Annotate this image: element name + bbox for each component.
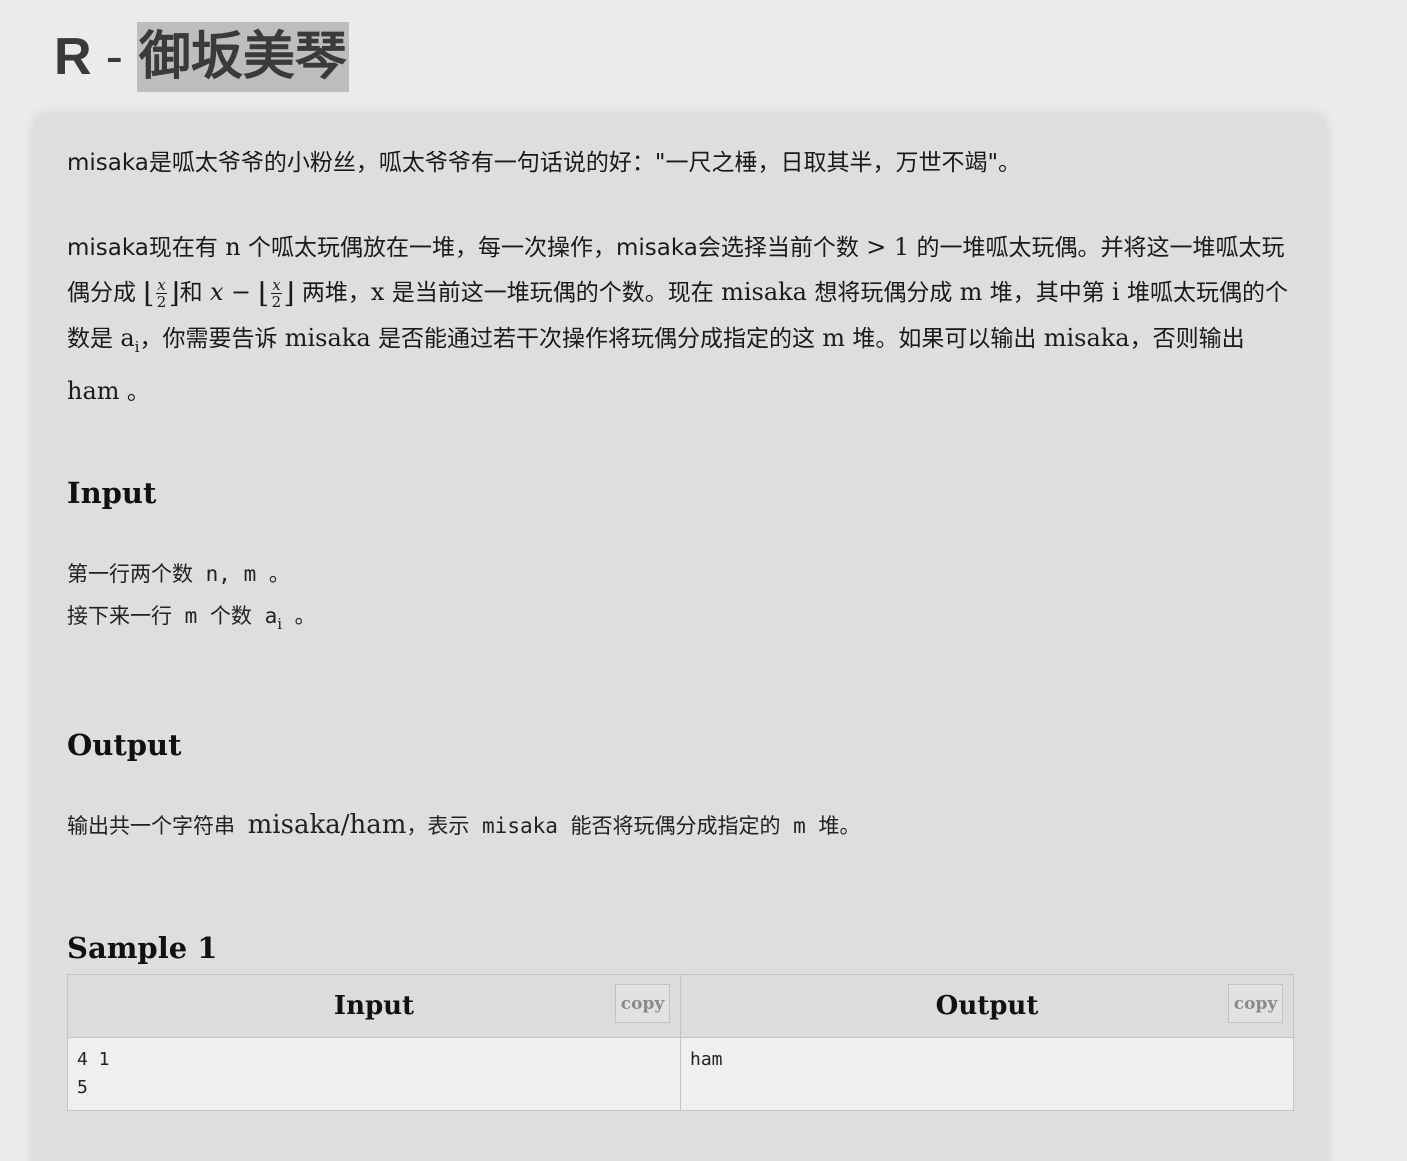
input-line-1: 第一行两个数 n, m 。: [67, 562, 290, 586]
copy-output-button[interactable]: copy: [1228, 984, 1283, 1023]
output-heading: Output: [67, 728, 182, 762]
math-i: i: [1112, 278, 1120, 306]
sample-input-value[interactable]: 4 1 5: [68, 1038, 680, 1110]
fraction-1: x2: [156, 276, 167, 311]
math-minus: −: [230, 278, 251, 306]
math-a-i: ai: [120, 323, 140, 356]
sample-output-value[interactable]: ham: [681, 1038, 1293, 1082]
input-line-2: 接下来一行 m 个数 ai 。: [67, 604, 316, 633]
description-paragraph-2: misaka现在有 n 个呱太玩偶放在一堆，每一次操作，misaka会选择当前个…: [67, 233, 1289, 405]
math-n: n: [225, 233, 241, 261]
sample-input-cell: 4 1 5: [67, 1037, 681, 1111]
math-misaka-3: misaka: [1043, 323, 1130, 352]
math-condition: > 1: [866, 233, 910, 261]
description-paragraph-1: misaka是呱太爷爷的小粉丝，呱太爷爷有一句话说的好："一尺之棰，日取其半，万…: [67, 150, 1022, 176]
math-m-1: m: [959, 278, 983, 306]
math-x-2: x: [370, 278, 385, 306]
problem-content: misaka是呱太爷爷的小粉丝，呱太爷爷有一句话说的好："一尺之棰，日取其半，万…: [67, 141, 1295, 965]
problem-letter: R: [54, 28, 92, 86]
floor-close-2: ⌋: [283, 276, 295, 310]
floor-open-1: ⌊: [143, 276, 155, 310]
fraction-2: x2: [271, 276, 282, 311]
floor-close-1: ⌋: [168, 276, 180, 310]
problem-card: misaka是呱太爷爷的小粉丝，呱太爷爷有一句话说的好："一尺之棰，日取其半，万…: [34, 113, 1326, 1161]
math-ham: ham: [67, 376, 120, 405]
floor-open-2: ⌊: [258, 276, 270, 310]
sample-output-header: Output copy: [680, 974, 1294, 1038]
math-m-2: m: [822, 323, 846, 352]
math-misaka-ham: misaka/ham: [247, 810, 407, 840]
sample-heading: Sample 1: [67, 931, 218, 965]
math-x: x: [209, 278, 224, 306]
math-misaka-1: misaka: [721, 278, 807, 306]
problem-name[interactable]: 御坂美琴: [136, 22, 349, 92]
math-misaka-2: misaka: [284, 323, 371, 352]
copy-input-button[interactable]: copy: [615, 984, 670, 1023]
sample-table: Input copy Output copy 4 1 5 ham: [67, 974, 1294, 1111]
problem-page: R - 御坂美琴 misaka是呱太爷爷的小粉丝，呱太爷爷有一句话说的好："一尺…: [0, 0, 1407, 1161]
problem-title: R - 御坂美琴: [54, 22, 349, 92]
title-separator: -: [105, 28, 123, 86]
sample-input-header: Input copy: [67, 974, 681, 1038]
sample-output-cell: ham: [680, 1037, 1294, 1111]
problem-description: misaka是呱太爷爷的小粉丝，呱太爷爷有一句话说的好："一尺之棰，日取其半，万…: [67, 141, 1295, 414]
output-description: 输出共一个字符串 misaka/ham，表示 misaka 能否将玩偶分成指定的…: [67, 810, 861, 840]
input-heading: Input: [67, 476, 157, 510]
input-description: 第一行两个数 n, m 。 接下来一行 m 个数 ai 。: [67, 553, 1295, 645]
